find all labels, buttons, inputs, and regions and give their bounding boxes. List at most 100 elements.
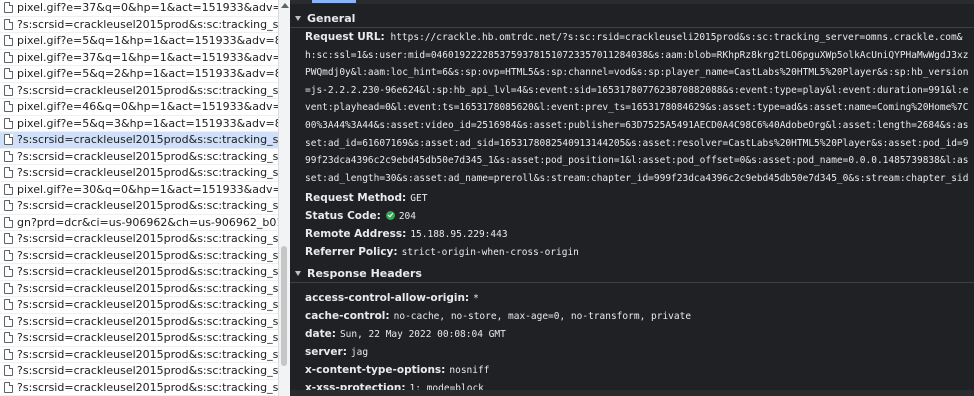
devtools-network-view: pixel.gif?e=37&q=0&hp=1&act=151933&adv=8… bbox=[0, 0, 974, 396]
request-list: pixel.gif?e=37&q=0&hp=1&act=151933&adv=8… bbox=[0, 0, 278, 396]
request-name: ?s:scrsid=crackleusel2015prod&s:sc:track… bbox=[17, 199, 278, 212]
response-header-key: x-content-type-options: bbox=[305, 364, 446, 376]
response-headers-title: Response Headers bbox=[307, 267, 422, 280]
details-tab-bar bbox=[290, 0, 974, 4]
response-header-value: jag bbox=[350, 347, 369, 358]
document-icon bbox=[4, 68, 13, 79]
request-list-item[interactable]: ?s:scrsid=crackleusel2015prod&s:sc:track… bbox=[0, 83, 278, 99]
response-header-key: date: bbox=[305, 328, 336, 340]
request-list-item[interactable]: pixel.gif?e=46&q=0&hp=1&act=151933&adv=8… bbox=[0, 99, 278, 116]
request-list-item[interactable]: ?s:scrsid=crackleusel2015prod&s:sc:track… bbox=[0, 132, 278, 149]
status-ok-icon bbox=[385, 211, 395, 220]
general-section-toggle[interactable]: General bbox=[290, 10, 974, 28]
request-list-item[interactable]: pixel.gif?e=5&q=3&hp=1&act=151933&adv=86… bbox=[0, 116, 278, 132]
request-list-item[interactable]: pixel.gif?e=30&q=0&hp=1&act=151933&adv=8… bbox=[0, 182, 278, 198]
request-name: ?s:scrsid=crackleusel2015prod&s:sc:track… bbox=[17, 364, 278, 377]
scroll-up-arrow-icon[interactable] bbox=[281, 3, 289, 8]
general-section-title: General bbox=[307, 12, 356, 25]
document-icon bbox=[4, 150, 13, 162]
request-list-item[interactable]: ?s:scrsid=crackleusel2015prod&s:sc:track… bbox=[0, 380, 278, 396]
request-list-item[interactable]: ?s:scrsid=crackleusel2015prod&s:sc:track… bbox=[0, 198, 278, 215]
request-url-row: Request URL: https://crackle.hb.omtrdc.n… bbox=[305, 29, 969, 189]
request-list-item[interactable]: pixel.gif?e=5&q=2&hp=1&act=151933&adv=86… bbox=[0, 66, 278, 83]
request-list-item[interactable]: ?s:scrsid=crackleusel2015prod&s:sc:track… bbox=[0, 347, 278, 363]
request-list-item[interactable]: ?s:scrsid=crackleusel2015prod&s:sc:track… bbox=[0, 330, 278, 347]
bottom-scrollbar[interactable] bbox=[290, 390, 974, 396]
request-name: pixel.gif?e=30&q=0&hp=1&act=151933&adv=8… bbox=[17, 182, 278, 196]
request-list-scrollbar[interactable] bbox=[278, 0, 290, 396]
request-name: pixel.gif?e=5&q=2&hp=1&act=151933&adv=86… bbox=[17, 67, 278, 80]
request-list-item[interactable]: ?s:scrsid=crackleusel2015prod&s:sc:track… bbox=[0, 297, 278, 314]
status-code-row: Status Code: 204 bbox=[305, 208, 416, 224]
referrer-policy-value: strict-origin-when-cross-origin bbox=[401, 247, 579, 258]
request-method-label: Request Method: bbox=[305, 192, 407, 204]
remote-address-row: Remote Address: 15.188.95.229:443 bbox=[305, 226, 508, 242]
request-name: pixel.gif?e=5&q=1&hp=1&act=151933&adv=86… bbox=[17, 34, 278, 47]
referrer-policy-label: Referrer Policy: bbox=[305, 246, 398, 258]
document-icon bbox=[4, 84, 13, 96]
response-header-value: no-cache, no-store, max-age=0, no-transf… bbox=[393, 311, 692, 322]
document-icon bbox=[4, 332, 13, 343]
request-list-item[interactable]: gn?prd=dcr&ci=us-906962&ch=us-906962_b01… bbox=[0, 215, 278, 231]
document-icon bbox=[4, 282, 13, 294]
status-code-label: Status Code: bbox=[305, 210, 381, 222]
document-icon bbox=[4, 216, 13, 228]
response-header-key: access-control-allow-origin: bbox=[305, 292, 470, 304]
document-icon bbox=[4, 101, 13, 112]
document-icon bbox=[4, 233, 13, 244]
request-name: pixel.gif?e=37&q=0&hp=1&act=151933&adv=8… bbox=[17, 1, 278, 14]
response-header-row: date: Sun, 22 May 2022 00:08:04 GMT bbox=[305, 326, 506, 342]
request-name: ?s:scrsid=crackleusel2015prod&s:sc:track… bbox=[17, 347, 278, 361]
response-header-row: server: jag bbox=[305, 344, 368, 360]
response-header-value: * bbox=[473, 293, 479, 304]
request-method-row: Request Method: GET bbox=[305, 190, 427, 206]
request-list-item[interactable]: pixel.gif?e=37&q=1&hp=1&act=151933&adv=8… bbox=[0, 50, 278, 66]
document-icon bbox=[4, 200, 13, 211]
request-name: gn?prd=dcr&ci=us-906962&ch=us-906962_b01… bbox=[17, 215, 278, 229]
response-header-value: Sun, 22 May 2022 00:08:04 GMT bbox=[339, 329, 506, 340]
response-header-key: cache-control: bbox=[305, 310, 390, 322]
request-list-item[interactable]: ?s:scrsid=crackleusel2015prod&s:sc:track… bbox=[0, 264, 278, 281]
document-icon bbox=[4, 249, 13, 261]
remote-address-label: Remote Address: bbox=[305, 228, 407, 240]
request-name: ?s:scrsid=crackleusel2015prod&s:sc:track… bbox=[17, 232, 278, 245]
request-name: pixel.gif?e=37&q=1&hp=1&act=151933&adv=8… bbox=[17, 50, 278, 64]
document-icon bbox=[4, 266, 13, 277]
request-list-item[interactable]: ?s:scrsid=crackleusel2015prod&s:sc:track… bbox=[0, 231, 278, 248]
request-name: ?s:scrsid=crackleusel2015prod&s:sc:track… bbox=[17, 83, 278, 97]
request-name: pixel.gif?e=46&q=0&hp=1&act=151933&adv=8… bbox=[17, 100, 278, 113]
response-header-row: x-content-type-options: nosniff bbox=[305, 362, 489, 378]
scrollbar-thumb[interactable] bbox=[281, 246, 287, 366]
request-list-panel: pixel.gif?e=37&q=0&hp=1&act=151933&adv=8… bbox=[0, 0, 290, 396]
response-headers-section-toggle[interactable]: Response Headers bbox=[290, 265, 974, 283]
request-list-item[interactable]: ?s:scrsid=crackleusel2015prod&s:sc:track… bbox=[0, 165, 278, 182]
request-name: ?s:scrsid=crackleusel2015prod&s:sc:track… bbox=[17, 166, 278, 179]
request-list-item[interactable]: ?s:scrsid=crackleusel2015prod&s:sc:track… bbox=[0, 17, 278, 33]
document-icon bbox=[4, 183, 13, 195]
request-list-item[interactable]: ?s:scrsid=crackleusel2015prod&s:sc:track… bbox=[0, 281, 278, 297]
request-name: pixel.gif?e=5&q=3&hp=1&act=151933&adv=86… bbox=[17, 116, 278, 130]
document-icon bbox=[4, 2, 13, 13]
response-header-row: cache-control: no-cache, no-store, max-ag… bbox=[305, 308, 691, 324]
document-icon bbox=[4, 315, 13, 327]
response-header-value: nosniff bbox=[449, 365, 490, 376]
request-list-item[interactable]: ?s:scrsid=crackleusel2015prod&s:sc:track… bbox=[0, 248, 278, 264]
request-name: ?s:scrsid=crackleusel2015prod&s:sc:track… bbox=[17, 314, 278, 328]
request-url-value: https://crackle.hb.omtrdc.net/?s:sc:rsid… bbox=[305, 32, 969, 184]
request-name: ?s:scrsid=crackleusel2015prod&s:sc:track… bbox=[17, 133, 278, 146]
request-name: ?s:scrsid=crackleusel2015prod&s:sc:track… bbox=[17, 265, 278, 278]
request-name: ?s:scrsid=crackleusel2015prod&s:sc:track… bbox=[17, 331, 278, 344]
request-url-label: Request URL: bbox=[305, 31, 385, 43]
request-list-item[interactable]: ?s:scrsid=crackleusel2015prod&s:sc:track… bbox=[0, 314, 278, 330]
document-icon bbox=[4, 167, 13, 178]
response-header-row: access-control-allow-origin: * bbox=[305, 290, 479, 306]
request-list-item[interactable]: pixel.gif?e=5&q=1&hp=1&act=151933&adv=86… bbox=[0, 33, 278, 50]
document-icon bbox=[4, 348, 13, 360]
document-icon bbox=[4, 134, 13, 145]
active-tab-indicator bbox=[312, 0, 356, 3]
request-list-item[interactable]: pixel.gif?e=37&q=0&hp=1&act=151933&adv=8… bbox=[0, 0, 278, 17]
referrer-policy-row: Referrer Policy: strict-origin-when-cross… bbox=[305, 244, 579, 260]
document-icon bbox=[4, 117, 13, 129]
request-list-item[interactable]: ?s:scrsid=crackleusel2015prod&s:sc:track… bbox=[0, 363, 278, 380]
request-list-item[interactable]: ?s:scrsid=crackleusel2015prod&s:sc:track… bbox=[0, 149, 278, 165]
